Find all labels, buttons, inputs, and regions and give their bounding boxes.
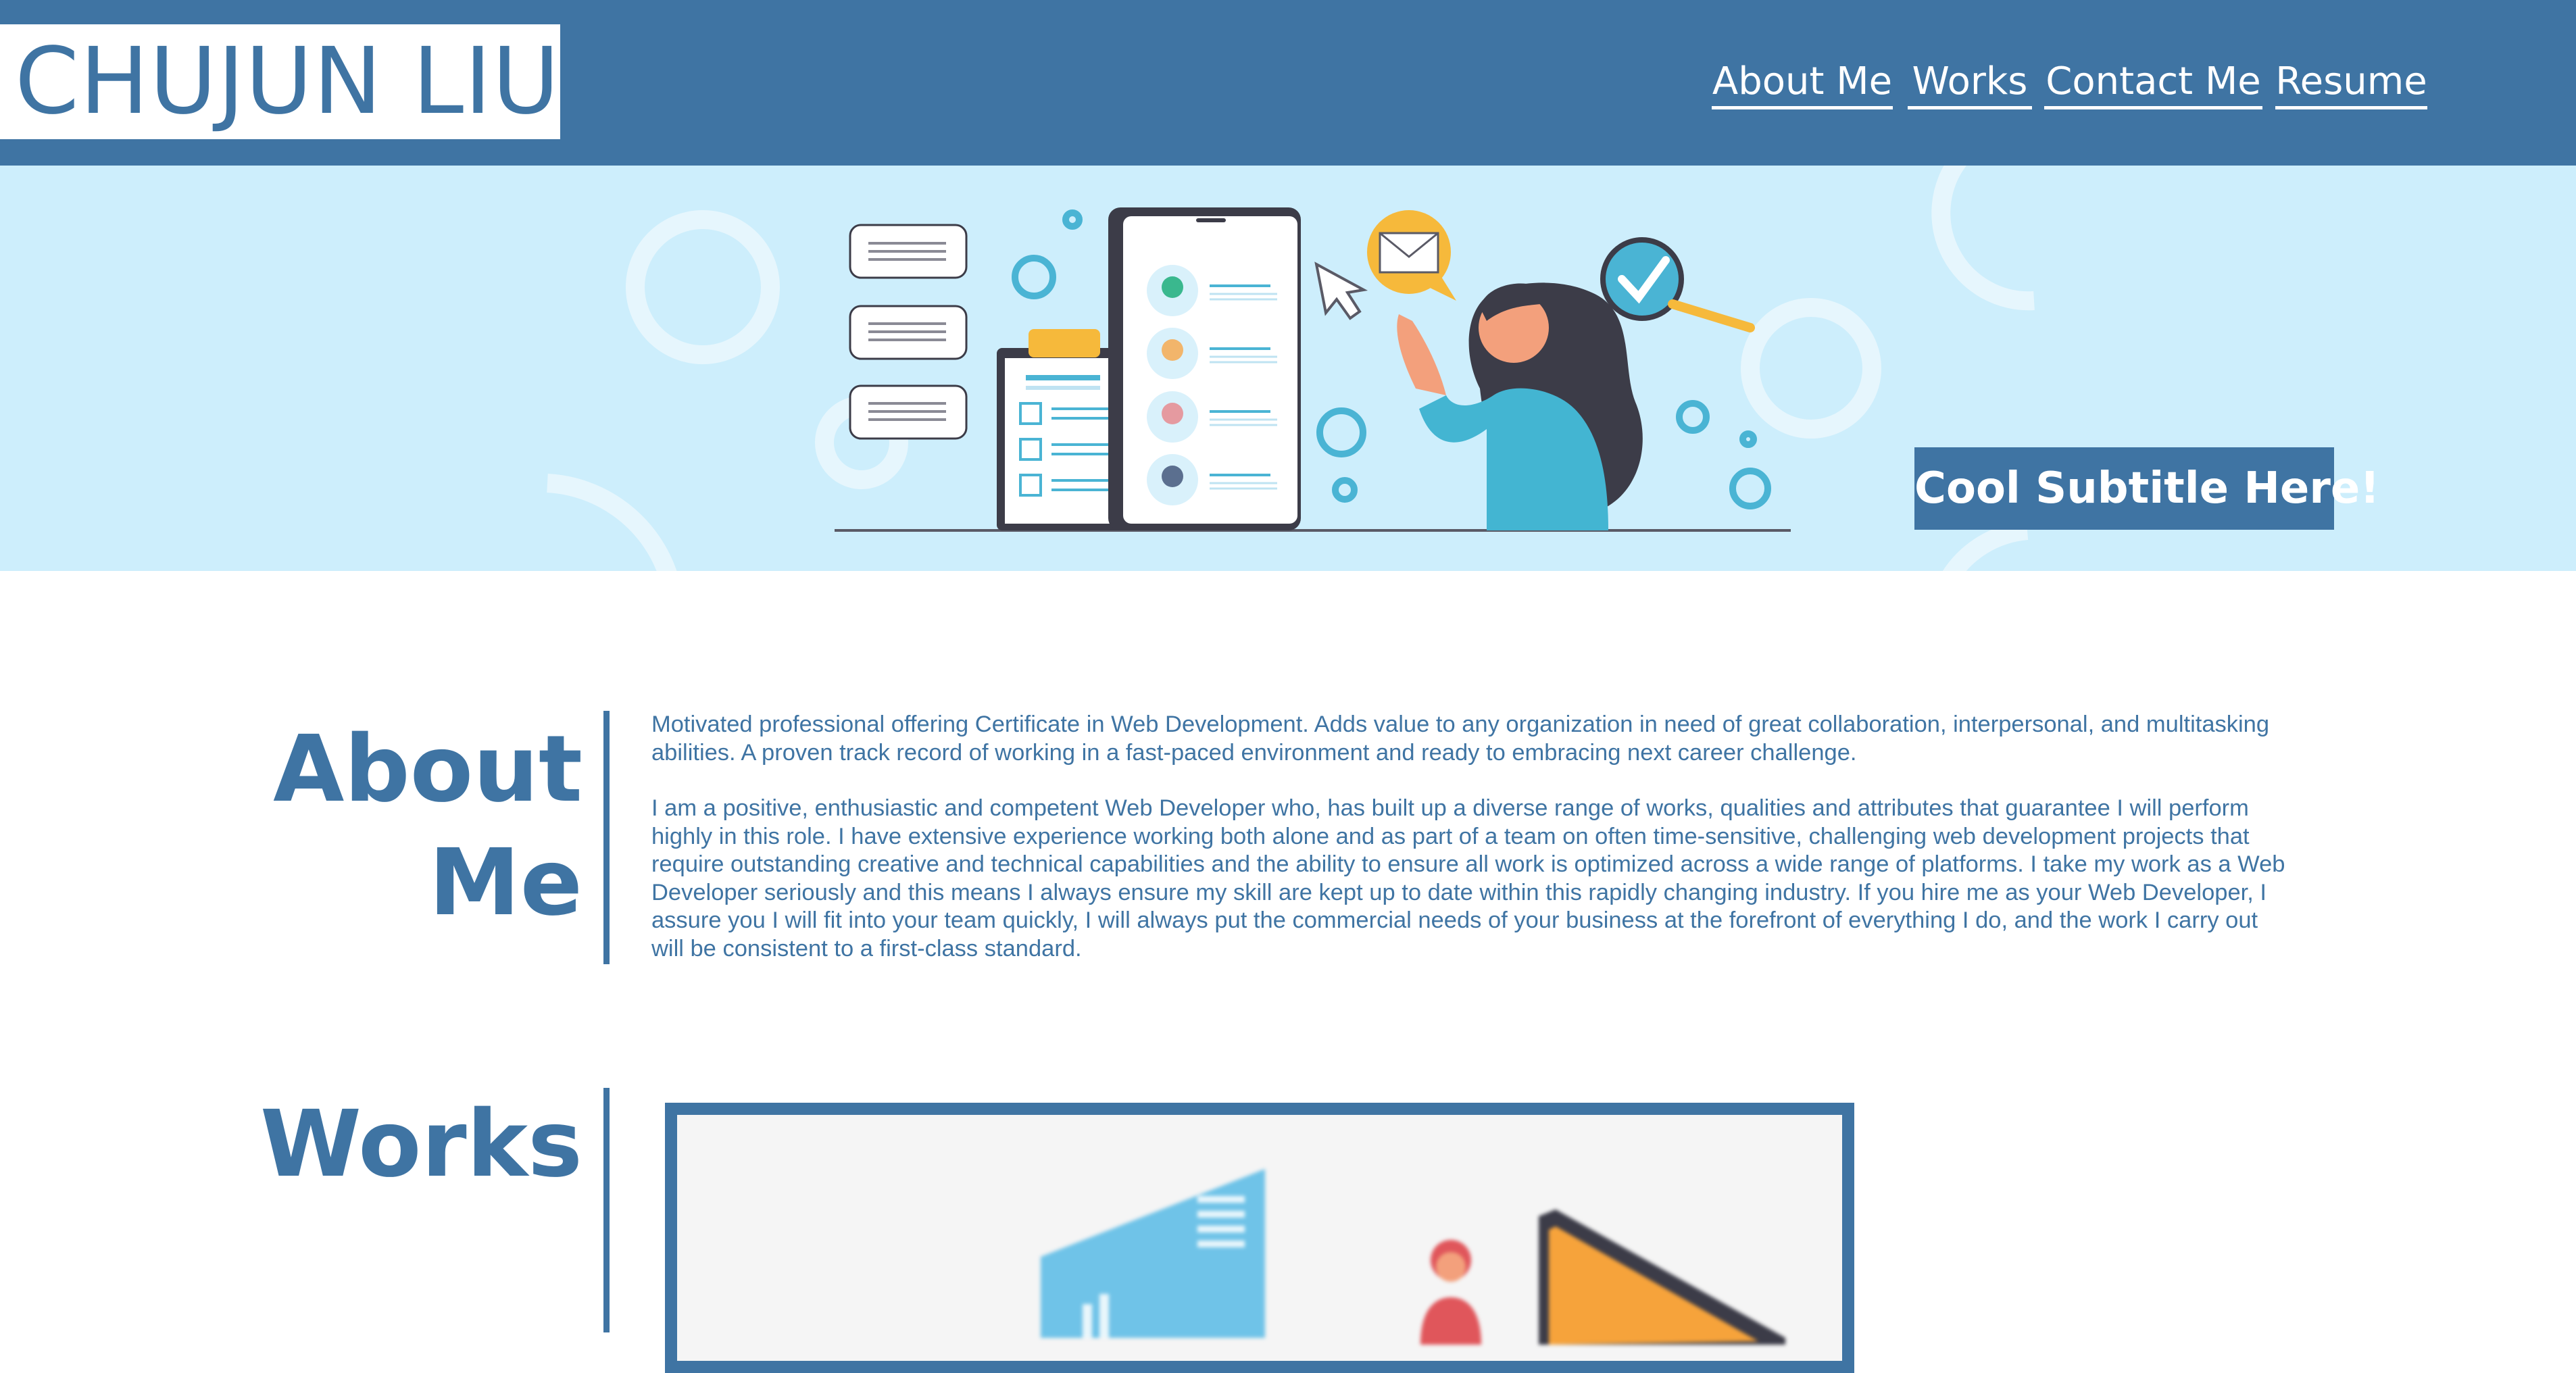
nav-about-me[interactable]: About Me bbox=[1712, 58, 1893, 109]
nav-resume[interactable]: Resume bbox=[2275, 58, 2427, 109]
site-logo[interactable]: CHUJUN LIU bbox=[0, 24, 560, 139]
works-title: Works bbox=[259, 1091, 583, 1198]
project-preview-image bbox=[1041, 1169, 1785, 1345]
works-project-card[interactable] bbox=[665, 1103, 1854, 1373]
nav-contact-me[interactable]: Contact Me bbox=[2044, 58, 2262, 109]
about-paragraph: Motivated professional offering Certific… bbox=[651, 712, 2270, 766]
about-title: About Me bbox=[273, 713, 583, 940]
nav-works[interactable]: Works bbox=[1908, 58, 2032, 109]
works-divider bbox=[603, 1088, 610, 1332]
about-divider bbox=[603, 711, 610, 964]
about-body: Motivated professional offering Certific… bbox=[651, 711, 2294, 991]
about-title-line-2: Me bbox=[428, 830, 583, 937]
about-title-line-1: About bbox=[273, 716, 583, 823]
about-paragraph: I am a positive, enthusiastic and compet… bbox=[651, 795, 2285, 962]
hero-subtitle: Cool Subtitle Here! bbox=[1914, 447, 2379, 530]
works-project-thumbnail bbox=[677, 1115, 1842, 1361]
site-header: CHUJUN LIU About Me Works Contact Me Res… bbox=[0, 0, 2576, 166]
main-nav: About Me Works Contact Me Resume bbox=[1712, 58, 2428, 112]
